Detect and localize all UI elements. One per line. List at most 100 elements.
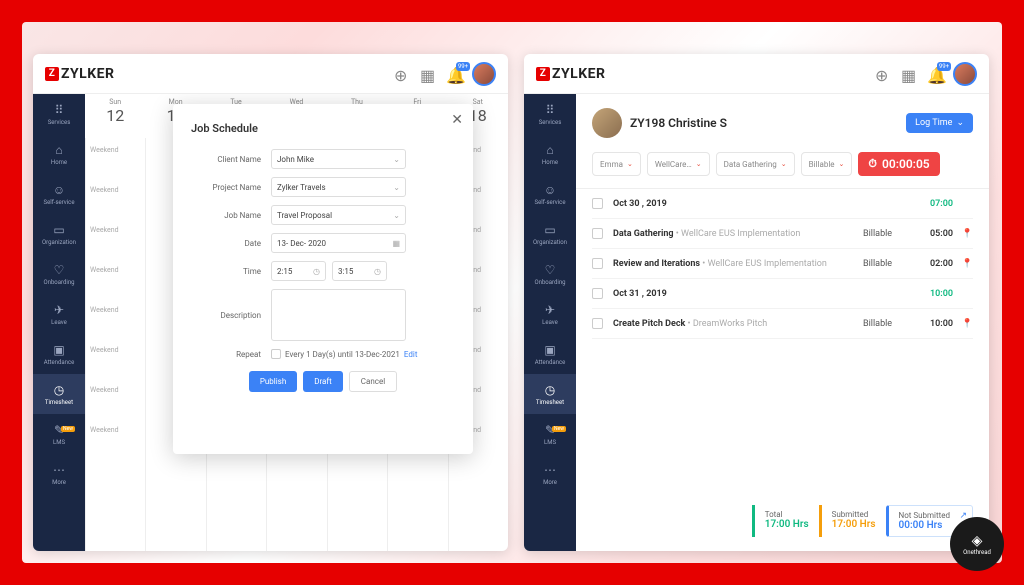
- user-avatar[interactable]: [592, 108, 622, 138]
- edit-link[interactable]: Edit: [404, 350, 418, 359]
- user-name: ZY198 Christine S: [630, 116, 727, 130]
- repeat-checkbox[interactable]: [271, 349, 281, 359]
- sidebar-item-home[interactable]: ⌂Home: [33, 134, 85, 174]
- sidebar-item-onboarding[interactable]: ♡Onboarding: [524, 254, 576, 294]
- day-of-week: Sun: [85, 98, 145, 106]
- entry-checkbox[interactable]: [592, 318, 603, 329]
- time-from-input[interactable]: 2:15◷: [271, 261, 326, 281]
- project-label: Project Name: [191, 183, 271, 192]
- sidebar-item-label: Services: [48, 119, 71, 126]
- location-icon[interactable]: 📍: [953, 259, 973, 269]
- sidebar-item-lms[interactable]: ✎LMSNew: [524, 414, 576, 454]
- self-service-icon: ☺: [543, 183, 557, 197]
- date-input[interactable]: 13- Dec- 2020▦: [271, 233, 406, 253]
- attendance-icon: ▣: [52, 343, 66, 357]
- sidebar-item-label: LMS: [53, 439, 65, 446]
- sidebar-item-services[interactable]: ⠿ Services: [33, 94, 85, 134]
- plus-icon[interactable]: ⊕: [875, 66, 891, 82]
- location-icon[interactable]: 📍: [953, 229, 973, 239]
- plus-icon[interactable]: ⊕: [394, 66, 410, 82]
- sidebar-item-lms[interactable]: ✎LMSNew: [33, 414, 85, 454]
- entry-checkbox[interactable]: [592, 288, 603, 299]
- filter-label: WellCare…: [655, 160, 692, 169]
- sidebar-item-services[interactable]: ⠿Services: [524, 94, 576, 134]
- timesheet-panel: ZZYLKER ⊕ ▦ 🔔 ⠿Services⌂Home☺Self-servic…: [524, 54, 989, 551]
- organization-icon: ▭: [543, 223, 557, 237]
- sidebar-item-more[interactable]: ⋯More: [524, 454, 576, 494]
- cancel-button[interactable]: Cancel: [349, 371, 397, 392]
- entry-hours: 02:00: [913, 259, 953, 269]
- sidebar-item-label: Self-service: [44, 199, 75, 206]
- entry-checkbox[interactable]: [592, 228, 603, 239]
- entry-checkbox[interactable]: [592, 258, 603, 269]
- bell-icon[interactable]: 🔔: [927, 66, 943, 82]
- filter-label: Billable: [809, 160, 835, 169]
- client-select[interactable]: John Mike⌄: [271, 149, 406, 169]
- avatar[interactable]: [472, 62, 496, 86]
- job-select[interactable]: Travel Proposal⌄: [271, 205, 406, 225]
- services-icon: ⠿: [52, 103, 66, 117]
- filter-select[interactable]: Billable⌄: [801, 152, 853, 176]
- publish-button[interactable]: Publish: [249, 371, 297, 392]
- filter-select[interactable]: Data Gathering⌄: [716, 152, 795, 176]
- day-column[interactable]: WeekendWeekendWeekendWeekendWeekendWeeke…: [85, 138, 145, 551]
- entry-checkbox[interactable]: [592, 198, 603, 209]
- day-header[interactable]: Sun12: [85, 94, 145, 138]
- sidebar-item-more[interactable]: ⋯More: [33, 454, 85, 494]
- sidebar-item-label: More: [52, 479, 66, 486]
- entry-hours: 10:00: [913, 319, 953, 329]
- timer[interactable]: 00:00:05: [858, 152, 939, 176]
- leave-icon: ✈: [543, 303, 557, 317]
- chevron-down-icon: ⌄: [627, 160, 633, 168]
- self-service-icon: ☺: [52, 183, 66, 197]
- logo: ZZYLKER: [45, 66, 114, 82]
- sidebar-item-selfservice[interactable]: ☺Self-service: [524, 174, 576, 214]
- sidebar-item-label: Onboarding: [44, 279, 75, 286]
- date-header-row: Oct 30 , 201907:00: [592, 189, 973, 219]
- day-number: 12: [85, 106, 145, 125]
- more-icon: ⋯: [543, 463, 557, 477]
- tile-icon[interactable]: ▦: [420, 66, 436, 82]
- sidebar-item-home[interactable]: ⌂Home: [524, 134, 576, 174]
- clock-icon: ◷: [313, 267, 320, 276]
- client-label: Client Name: [191, 155, 271, 164]
- sidebar-item-timesheet[interactable]: ◷Timesheet: [33, 374, 85, 414]
- onethread-badge: ◈ Onethread: [950, 517, 1004, 571]
- onboarding-icon: ♡: [52, 263, 66, 277]
- sidebar-item-attendance[interactable]: ▣Attendance: [524, 334, 576, 374]
- entry-billable: Billable: [863, 229, 913, 239]
- sidebar-item-onboarding[interactable]: ♡ Onboarding: [33, 254, 85, 294]
- project-select[interactable]: Zylker Travels⌄: [271, 177, 406, 197]
- bell-icon[interactable]: 🔔: [446, 66, 462, 82]
- sidebar-item-label: Services: [539, 119, 562, 126]
- timer-value: 00:00:05: [882, 157, 930, 171]
- sidebar-item-organization[interactable]: ▭Organization: [524, 214, 576, 254]
- sidebar: ⠿Services⌂Home☺Self-service▭Organization…: [524, 94, 576, 551]
- sidebar-item-timesheet[interactable]: ◷Timesheet: [524, 374, 576, 414]
- filter-select[interactable]: WellCare… ⌄: [647, 152, 710, 176]
- sidebar-item-organization[interactable]: ▭Organization: [33, 214, 85, 254]
- sidebar-item-selfservice[interactable]: ☺ Self-service: [33, 174, 85, 214]
- sidebar: ⠿ Services ⌂Home ☺ Self-service ▭Organization…: [33, 94, 85, 551]
- schedule-panel: ZZYLKER ⊕ ▦ 🔔 ⠿ Services ⌂Home ☺ Self-servic…: [33, 54, 508, 551]
- draft-button[interactable]: Draft: [303, 371, 343, 392]
- sidebar-item-attendance[interactable]: ▣ Attendance: [33, 334, 85, 374]
- close-icon[interactable]: ✕: [451, 112, 463, 128]
- tile-icon[interactable]: ▦: [901, 66, 917, 82]
- sidebar-item-leave[interactable]: ✈Leave: [524, 294, 576, 334]
- avatar[interactable]: [953, 62, 977, 86]
- sidebar-item-label: Home: [542, 159, 558, 166]
- repeat-label: Repeat: [191, 350, 271, 359]
- time-to-input[interactable]: 3:15◷: [332, 261, 387, 281]
- sidebar-item-label: Attendance: [44, 359, 75, 366]
- chevron-down-icon: ⌄: [696, 160, 702, 168]
- log-time-button[interactable]: Log Time⌄: [906, 113, 973, 133]
- weekend-label: Weekend: [90, 186, 134, 194]
- time-entry-row: Review and Iterations • WellCare EUS Imp…: [592, 249, 973, 279]
- description-input[interactable]: [271, 289, 406, 341]
- entry-text: Create Pitch Deck • DreamWorks Pitch: [613, 319, 863, 329]
- new-badge: New: [552, 426, 566, 432]
- sidebar-item-leave[interactable]: ✈Leave: [33, 294, 85, 334]
- filter-select[interactable]: Emma⌄: [592, 152, 641, 176]
- location-icon[interactable]: 📍: [953, 319, 973, 329]
